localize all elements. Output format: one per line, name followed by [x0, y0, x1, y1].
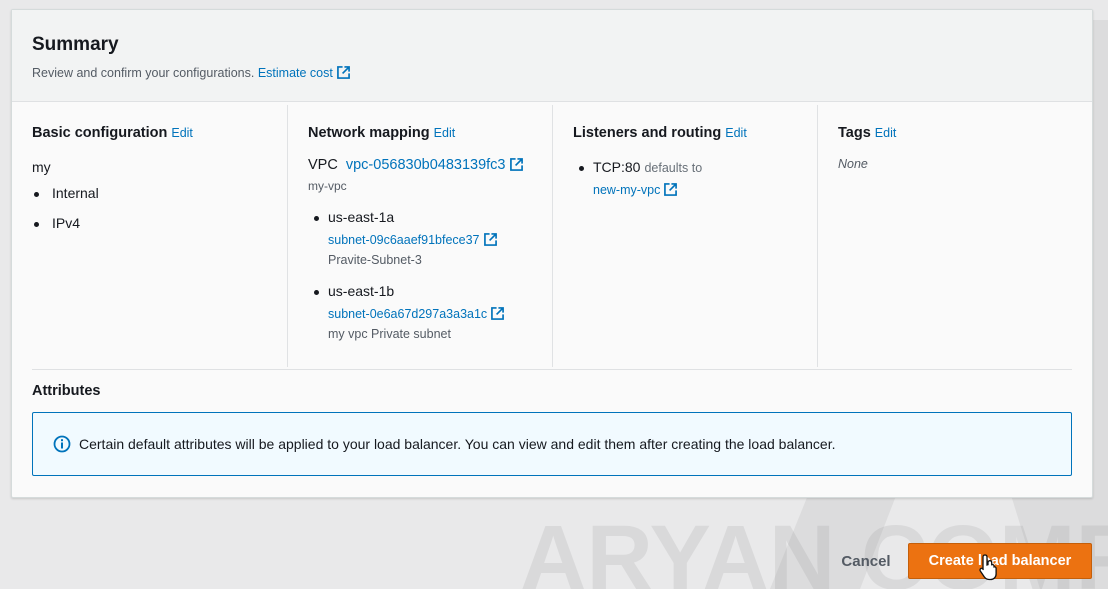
- subnet-2-name: my vpc Private subnet: [328, 327, 451, 341]
- subnet-2-link[interactable]: subnet-0e6a67d297a3a3a1c: [328, 307, 487, 321]
- network-mapping-section: Network mapping Edit VPC vpc-056830b04831…: [287, 105, 552, 367]
- availability-zone-2: us-east-1b: [308, 283, 532, 299]
- external-link-icon[interactable]: [664, 183, 678, 196]
- basic-configuration-edit-link[interactable]: Edit: [171, 126, 193, 140]
- listeners-routing-heading: Listeners and routing: [573, 125, 722, 141]
- external-link-icon[interactable]: [483, 233, 497, 246]
- availability-zone-1: us-east-1a: [308, 209, 532, 225]
- tags-heading: Tags: [838, 125, 871, 141]
- vpc-name: my-vpc: [308, 179, 347, 193]
- attributes-info-text: Certain default attributes will be appli…: [79, 436, 836, 452]
- listener-item: TCP:80 defaults to: [573, 159, 797, 175]
- network-mapping-edit-link[interactable]: Edit: [434, 126, 456, 140]
- subnet-1: subnet-09c6aaef91bfece37: [308, 233, 532, 247]
- load-balancer-name: my: [32, 159, 51, 175]
- subnet-1-link[interactable]: subnet-09c6aaef91bfece37: [328, 233, 480, 247]
- subnet-1-name: Pravite-Subnet-3: [328, 253, 422, 267]
- summary-description: Review and confirm your configurations. …: [32, 66, 1072, 80]
- vpc-line: VPC vpc-056830b0483139fc3: [308, 157, 532, 173]
- external-link-icon[interactable]: [491, 307, 505, 320]
- summary-description-text: Review and confirm your configurations.: [32, 66, 255, 80]
- info-icon: [53, 435, 71, 453]
- target-group: new-my-vpc: [573, 183, 797, 197]
- target-group-link[interactable]: new-my-vpc: [593, 183, 660, 197]
- summary-header: Summary Review and confirm your configur…: [12, 10, 1092, 102]
- subnet-2: subnet-0e6a67d297a3a3a1c: [308, 307, 532, 321]
- listeners-routing-edit-link[interactable]: Edit: [725, 126, 747, 140]
- vpc-label: VPC: [308, 157, 338, 173]
- scheme-item: Internal: [32, 185, 267, 201]
- tags-section: Tags Edit None: [817, 105, 1094, 367]
- tags-title: Tags Edit: [838, 125, 1074, 141]
- basic-configuration-section: Basic configuration Edit my Internal IPv4: [12, 105, 287, 367]
- external-link-icon[interactable]: [509, 158, 523, 171]
- listeners-routing-section: Listeners and routing Edit TCP:80 defaults…: [552, 105, 817, 367]
- external-link-icon[interactable]: [336, 66, 350, 79]
- attributes-info-alert: Certain default attributes will be appli…: [32, 412, 1072, 476]
- summary-columns: Basic configuration Edit my Internal IPv4…: [12, 105, 1092, 367]
- create-load-balancer-button[interactable]: Create load balancer: [908, 543, 1092, 579]
- tags-edit-link[interactable]: Edit: [875, 126, 897, 140]
- listeners-routing-title: Listeners and routing Edit: [573, 125, 797, 141]
- basic-configuration-list: Internal IPv4: [32, 185, 267, 231]
- listener-protocol: TCP:80: [593, 159, 641, 175]
- basic-configuration-title: Basic configuration Edit: [32, 125, 267, 141]
- basic-configuration-heading: Basic configuration: [32, 125, 168, 141]
- estimate-cost-link[interactable]: Estimate cost: [258, 66, 333, 80]
- hand-cursor-icon: [979, 554, 997, 581]
- tags-value: None: [838, 157, 868, 171]
- ip-type-item: IPv4: [32, 215, 267, 231]
- section-divider: [32, 369, 1072, 370]
- vpc-id-link[interactable]: vpc-056830b0483139fc3: [346, 157, 506, 173]
- network-mapping-heading: Network mapping: [308, 125, 430, 141]
- attributes-title: Attributes: [32, 383, 101, 399]
- network-mapping-title: Network mapping Edit: [308, 125, 532, 141]
- summary-title: Summary: [32, 34, 119, 55]
- cancel-button[interactable]: Cancel: [836, 545, 896, 579]
- defaults-to-text: defaults to: [644, 161, 703, 175]
- summary-panel: Summary Review and confirm your configur…: [11, 9, 1093, 498]
